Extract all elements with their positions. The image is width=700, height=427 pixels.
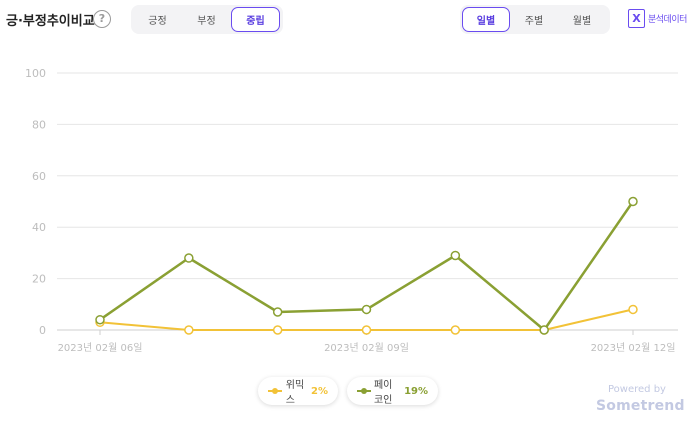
legend-name-paycoin: 페이코인 — [373, 380, 393, 406]
data-point-0-6 — [628, 304, 638, 315]
data-point-0-4 — [450, 325, 461, 335]
data-point-1-6 — [628, 196, 638, 207]
data-point-0-1 — [184, 325, 194, 335]
line-chart: 0 20 40 60 80 100 2023년 02월 06일 2023년 02월 09일 20… — [25, 67, 678, 354]
y-tick-label: 100 — [25, 67, 46, 80]
legend-item-wemix[interactable]: 위믹스 2% — [258, 377, 338, 406]
y-tick-label: 0 — [39, 324, 46, 337]
legend-item-paycoin[interactable]: 페이코인 19% — [347, 377, 438, 406]
data-point-1-5 — [539, 325, 549, 335]
x-tick-label: 2023년 02월 09일 — [324, 342, 409, 354]
legend-name-wemix: 위믹스 — [285, 380, 305, 406]
legend-swatch-wemix — [268, 386, 282, 396]
legend-share-wemix: 2% — [311, 385, 328, 397]
powered-by-label: Powered by — [608, 384, 666, 395]
legend-share-paycoin: 19% — [404, 385, 428, 397]
y-tick-label: 80 — [32, 118, 46, 131]
y-tick-label: 60 — [32, 170, 46, 183]
legend-swatch-paycoin — [357, 386, 371, 396]
data-point-0-3 — [361, 325, 372, 335]
y-tick-label: 40 — [32, 221, 46, 234]
x-tick-label: 2023년 02월 06일 — [58, 342, 143, 354]
x-tick-label: 2023년 02월 12일 — [591, 342, 676, 354]
data-point-1-3 — [361, 304, 372, 315]
y-tick-label: 20 — [32, 273, 46, 286]
data-point-1-0 — [95, 314, 105, 325]
data-point-0-2 — [272, 325, 283, 335]
data-point-1-1 — [184, 253, 194, 263]
data-point-1-4 — [450, 250, 461, 261]
data-point-1-2 — [272, 307, 283, 317]
brand-logo: Sometrend — [596, 398, 685, 414]
